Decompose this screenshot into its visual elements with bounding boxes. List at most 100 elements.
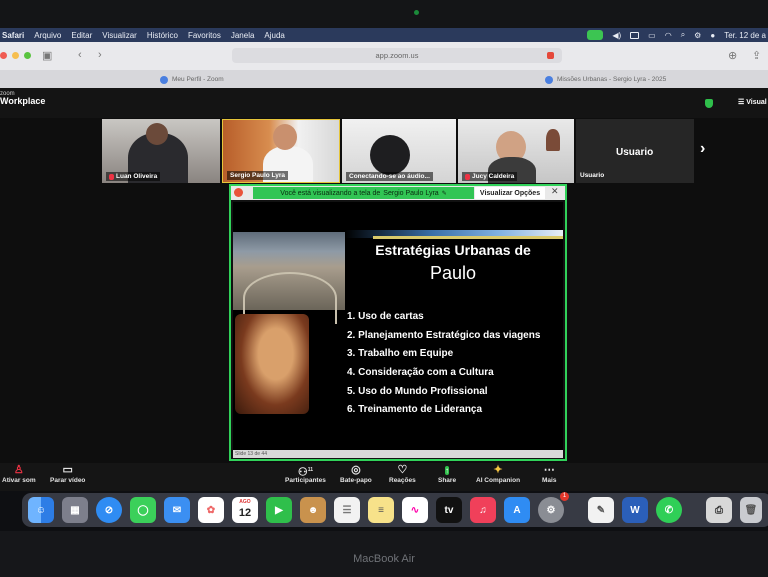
more-button[interactable]: ⋯ Mais [542,464,556,484]
menu-safari[interactable]: Safari [2,31,24,40]
calendar-icon[interactable]: AGO 12 [232,497,258,523]
back-icon[interactable]: ‹ [78,49,82,61]
participants-icon: ⚇11 [297,466,313,479]
tab-bar: Meu Perfil - Zoom Missões Urbanas - Serg… [0,70,768,89]
music-icon[interactable]: ♫ [470,497,496,523]
menu-editar[interactable]: Editar [71,31,92,40]
mail-icon[interactable]: ✉ [164,497,190,523]
slide-title-line2: Paulo [429,263,477,283]
participant-tile[interactable]: Luan Oliveira [102,119,220,183]
slide-status-bar: Slide 13 de 44 [233,450,563,458]
ai-companion-button[interactable]: ✦ AI Companion [476,464,520,484]
zoom-workplace-text: Workplace [0,96,46,106]
stop-video-button[interactable]: ▭ Parar vídeo [50,464,85,484]
finder-icon[interactable]: ☺ [28,497,54,523]
close-window-icon[interactable] [0,52,7,59]
zoom-logo-icon [234,188,243,197]
download-icon[interactable]: ⊕ [728,49,737,62]
zoom-brand: zoom Workplace [0,91,46,106]
participant-tile[interactable]: Usuario Usuario [576,119,694,183]
camera-in-use-icon[interactable] [547,52,554,59]
printer-icon[interactable]: ⎙ [706,497,732,523]
participant-name: Luan Oliveira [106,172,161,181]
list-item: 1. Uso de cartas [347,311,424,322]
shared-screen-window[interactable]: Você está visualizando a tela de Sergio … [229,184,567,461]
viewing-banner: Você está visualizando a tela de Sergio … [253,187,474,199]
siri-icon[interactable]: ● [710,31,715,40]
wifi-icon[interactable]: ◠ [665,31,672,40]
whatsapp-icon[interactable]: ✆ [656,497,682,523]
menu-clock[interactable]: Ter. 12 de a [724,31,766,40]
chevron-right-icon[interactable]: › [700,140,705,158]
menu-janela[interactable]: Janela [231,31,255,40]
participant-tile-active-speaker[interactable]: Sergio Paulo Lyra [222,119,340,183]
menu-visualizar[interactable]: Visualizar [102,31,137,40]
zoom-favicon-icon [545,75,553,84]
zoom-favicon-icon [160,75,168,84]
laptop-model-label: MacBook Air [353,553,415,565]
launchpad-icon[interactable]: ▦ [62,497,88,523]
zoom-window-icon[interactable] [24,52,31,59]
menu-favoritos[interactable]: Favoritos [188,31,221,40]
menu-historico[interactable]: Histórico [147,31,178,40]
shield-icon[interactable] [705,99,713,108]
contacts-icon[interactable]: ☻ [300,497,326,523]
screen-share-status-icon[interactable] [587,30,604,40]
participants-button[interactable]: ⚇11 Participantes [285,464,326,484]
share-page-icon[interactable]: ⇪ [752,49,761,62]
search-icon[interactable]: ⌕ [681,30,685,40]
view-options-button[interactable]: Visualizar Opções [475,187,545,199]
tab-label: Missões Urbanas - Sergio Lyra - 2025 [557,76,667,83]
unmute-button[interactable]: ♙ Ativar som [2,464,36,484]
slide-title: Estratégias Urbanas de [375,242,531,258]
photos-icon[interactable]: ✿ [198,497,224,523]
muted-mic-icon [465,173,470,180]
minimize-window-icon[interactable] [12,52,19,59]
safari-icon[interactable]: ⊘ [96,497,122,523]
participant-face [146,123,168,145]
menu-ajuda[interactable]: Ajuda [264,31,284,40]
list-item: 6. Treinamento de Liderança [347,404,483,416]
chat-button[interactable]: ◎ Bate-papo [340,464,372,484]
volume-icon[interactable]: ◀︎) [612,31,621,40]
notes-icon[interactable]: ≡ [368,497,394,523]
list-item: 3. Trabalho em Equipe [347,348,454,360]
textedit-icon[interactable]: ✎ [588,497,614,523]
safari-toolbar: ▣ ‹ › app.zoom.us ⊕ ⇪ [0,42,768,70]
tab-meu-perfil[interactable]: Meu Perfil - Zoom [160,73,224,86]
close-icon[interactable]: ✕ [551,186,559,197]
participant-big-name: Usuario [616,147,654,158]
presenter-name: Sergio Paulo Lyra [383,189,439,197]
sidebar-icon[interactable]: ▣ [42,49,52,62]
list-item: 5. Uso do Mundo Profissional [347,385,488,397]
participant-name: Jucy Caldeira [462,172,518,181]
facetime-icon[interactable]: ▶ [266,497,292,523]
app-store-icon[interactable]: A [504,497,530,523]
slide-list: 1. Uso de cartas 2. Planejamento Estraté… [347,308,540,420]
reactions-button[interactable]: ♡ Reações [389,464,416,484]
apple-tv-icon[interactable]: tv [436,497,462,523]
reminders-icon[interactable]: ☰ [334,497,360,523]
view-button[interactable]: ☰ Visual [738,98,767,106]
system-settings-icon[interactable]: ⚙ [538,497,564,523]
participant-video [370,135,410,175]
display-icon[interactable] [630,31,640,39]
trash-icon[interactable]: 🗑 [740,497,762,523]
address-bar[interactable]: app.zoom.us [232,48,562,63]
sparkle-icon: ✦ [493,464,503,476]
settings-badge: 1 [560,492,569,501]
control-center-icon[interactable]: ⚙ [694,31,701,40]
participant-name: Sergio Paulo Lyra [227,171,289,180]
tab-missoes-urbanas[interactable]: Missões Urbanas - Sergio Lyra - 2025 [545,73,666,86]
freeform-icon[interactable]: ∿ [402,497,428,523]
participant-tile[interactable]: Conectando-se ao áudio... [342,119,456,183]
menu-arquivo[interactable]: Arquivo [34,31,61,40]
participant-tile[interactable]: Jucy Caldeira [458,119,574,183]
zoom-meeting-toolbar [0,463,768,491]
forward-icon[interactable]: › [98,49,102,61]
messages-icon[interactable]: ◯ [130,497,156,523]
word-icon[interactable]: W [622,497,648,523]
battery-icon[interactable]: ▭ [648,31,656,40]
chat-icon: ◎ [351,464,361,476]
share-screen-button[interactable]: ↑ Share [438,464,456,484]
